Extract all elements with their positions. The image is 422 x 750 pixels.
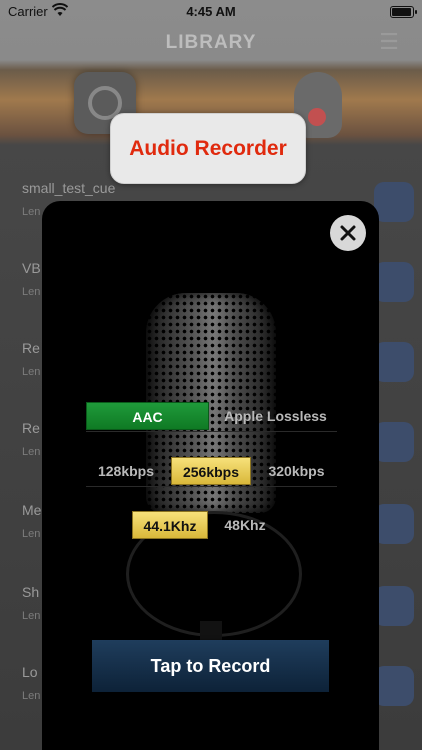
library-row-button bbox=[374, 182, 414, 222]
library-row-button bbox=[374, 586, 414, 626]
bitrate-option-256[interactable]: 256kbps bbox=[171, 457, 251, 485]
library-row-title: Re bbox=[22, 340, 40, 356]
library-row-subtitle: Len bbox=[22, 528, 41, 540]
library-row-subtitle: Len bbox=[22, 366, 41, 378]
library-row-subtitle: Len bbox=[22, 206, 41, 218]
library-row-subtitle: Len bbox=[22, 610, 41, 622]
library-row-title: VB bbox=[22, 260, 41, 276]
app-title-banner: Audio Recorder bbox=[110, 113, 306, 184]
sample-rate-option-48[interactable]: 48Khz bbox=[212, 511, 278, 539]
status-time: 4:45 AM bbox=[186, 4, 236, 19]
library-row-button bbox=[374, 342, 414, 382]
library-row-title: Re bbox=[22, 420, 40, 436]
library-row-subtitle: Len bbox=[22, 446, 41, 458]
close-icon bbox=[340, 225, 356, 241]
record-button[interactable]: Tap to Record bbox=[92, 640, 329, 692]
sample-rate-selector: 44.1Khz 48Khz bbox=[132, 511, 278, 541]
bitrate-selector: 128kbps 256kbps 320kbps bbox=[86, 457, 337, 487]
library-row-title: Me bbox=[22, 502, 42, 518]
library-title: LIBRARY bbox=[165, 32, 257, 53]
library-row-subtitle: Len bbox=[22, 286, 41, 298]
recorder-modal: AAC Apple Lossless 128kbps 256kbps 320kb… bbox=[42, 201, 379, 750]
library-row-button bbox=[374, 422, 414, 462]
status-bar: Carrier 4:45 AM bbox=[0, 0, 422, 24]
battery-icon bbox=[390, 6, 417, 18]
format-selector: AAC Apple Lossless bbox=[86, 402, 337, 432]
library-row-subtitle: Len bbox=[22, 690, 41, 702]
library-row-button bbox=[374, 666, 414, 706]
library-row-title: Sh bbox=[22, 584, 40, 600]
menu-icon: ☰ bbox=[379, 29, 399, 54]
library-row-title: Lo bbox=[22, 664, 38, 680]
bitrate-option-128[interactable]: 128kbps bbox=[86, 457, 166, 485]
library-row-button bbox=[374, 262, 414, 302]
library-row-title: small_test_cue bbox=[22, 180, 116, 196]
sample-rate-option-44[interactable]: 44.1Khz bbox=[132, 511, 208, 539]
format-option-aac[interactable]: AAC bbox=[86, 402, 209, 430]
library-row-button bbox=[374, 504, 414, 544]
format-option-apple-lossless[interactable]: Apple Lossless bbox=[214, 402, 337, 430]
bitrate-option-320[interactable]: 320kbps bbox=[256, 457, 337, 485]
close-button[interactable] bbox=[330, 215, 366, 251]
